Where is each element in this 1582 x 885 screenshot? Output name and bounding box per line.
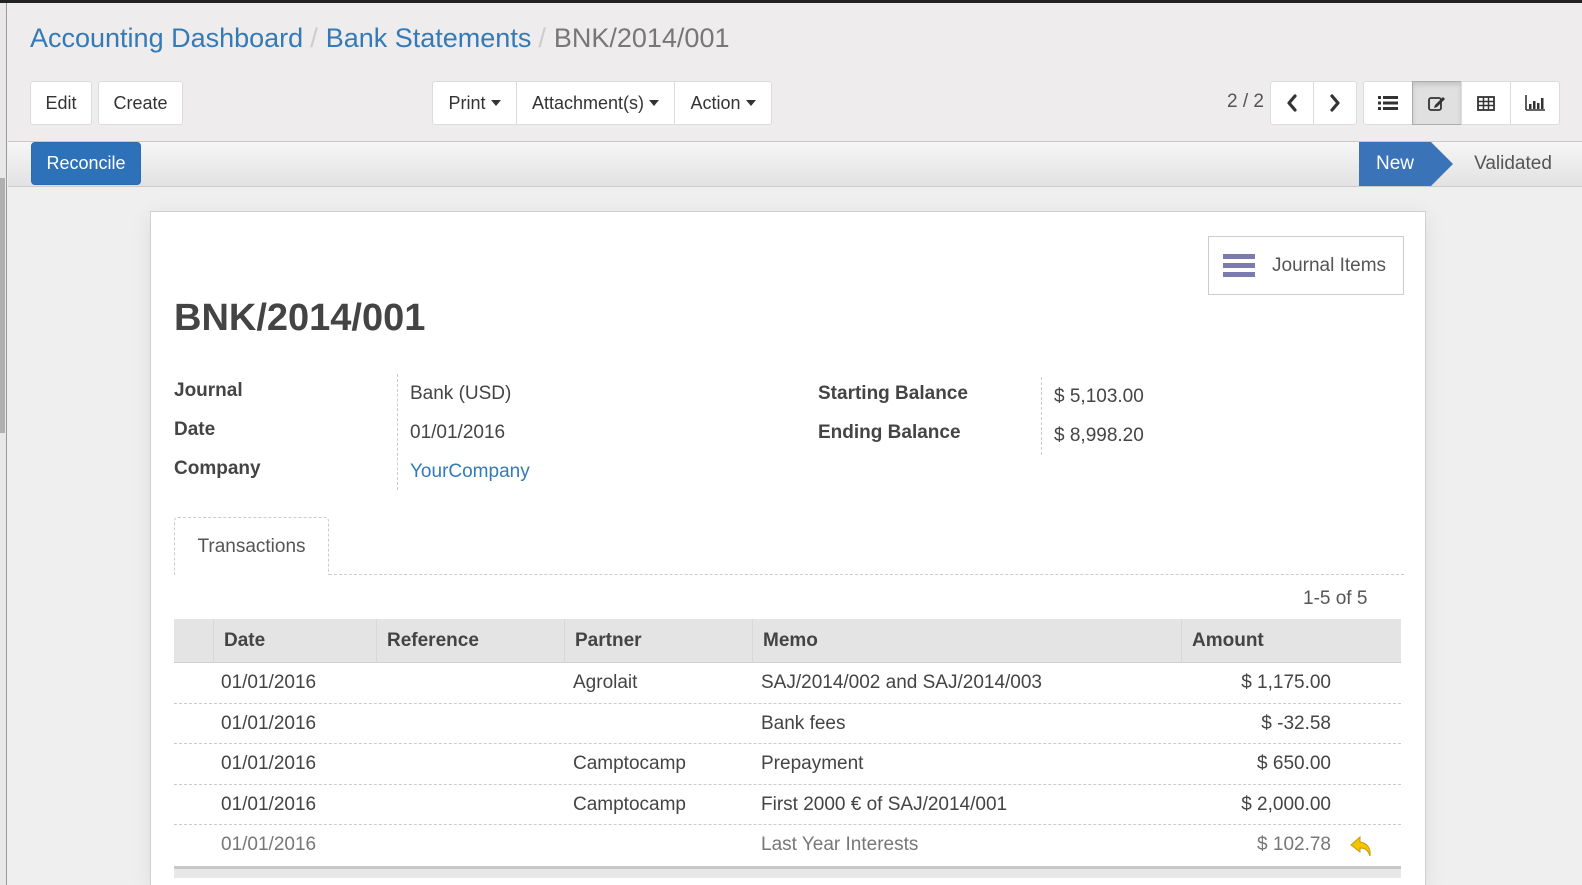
company-link[interactable]: YourCompany bbox=[410, 461, 530, 483]
cell-memo: First 2000 € of SAJ/2014/001 bbox=[761, 793, 1008, 815]
reconcile-button[interactable]: Reconcile bbox=[31, 142, 141, 185]
company-label: Company bbox=[174, 458, 261, 479]
list-view-button[interactable] bbox=[1363, 81, 1413, 125]
cell-amount: $ 2,000.00 bbox=[1241, 793, 1331, 815]
form-sheet: Journal Items BNK/2014/001 Journal Date … bbox=[150, 211, 1426, 885]
edit-icon bbox=[1428, 97, 1445, 111]
pager-value[interactable]: 2 / 2 bbox=[1227, 91, 1264, 113]
stage-new[interactable]: New bbox=[1359, 142, 1453, 186]
cell-date: 01/01/2016 bbox=[221, 793, 317, 815]
transactions-table: Date Reference Partner Memo Amount 01/01… bbox=[174, 619, 1401, 878]
chevron-right-icon bbox=[1330, 94, 1340, 112]
table-row[interactable]: 01/01/2016 Camptocamp Prepayment $ 650.0… bbox=[174, 744, 1401, 785]
cell-date: 01/01/2016 bbox=[221, 753, 317, 774]
journal-value: Bank (USD) bbox=[410, 383, 512, 404]
graph-view-button[interactable] bbox=[1510, 81, 1560, 125]
pivot-view-button[interactable] bbox=[1461, 81, 1511, 125]
print-dropdown[interactable]: Print bbox=[432, 81, 517, 125]
caret-down-icon bbox=[649, 100, 660, 106]
cell-date: 01/01/2016 bbox=[221, 834, 317, 855]
cell-partner: Camptocamp bbox=[573, 793, 686, 815]
pager-next-button[interactable] bbox=[1313, 81, 1357, 125]
starting-balance-value: $ 5,103.00 bbox=[1054, 386, 1144, 407]
breadcrumb-bank-statements[interactable]: Bank Statements bbox=[326, 23, 532, 53]
starting-balance-label: Starting Balance bbox=[818, 383, 968, 404]
form-view-button[interactable] bbox=[1412, 81, 1462, 125]
table-row[interactable]: 01/01/2016 Last Year Interests $ 102.78 bbox=[174, 825, 1401, 866]
journal-label: Journal bbox=[174, 380, 243, 401]
table-icon bbox=[1477, 95, 1495, 111]
list-icon bbox=[1223, 254, 1255, 277]
journal-items-label: Journal Items bbox=[1272, 254, 1387, 276]
control-panel: Accounting Dashboard / Bank Statements / BNK… bbox=[8, 3, 1582, 142]
table-row[interactable]: 01/01/2016 Camptocamp First 2000 € of SA… bbox=[174, 785, 1401, 825]
breadcrumb-accounting-dashboard[interactable]: Accounting Dashboard bbox=[30, 23, 303, 53]
tab-divider bbox=[329, 574, 1404, 575]
pager-buttons bbox=[1270, 81, 1357, 125]
cell-partner: Camptocamp bbox=[573, 753, 686, 774]
journal-items-button[interactable]: Journal Items bbox=[1208, 236, 1404, 295]
table-header: Date Reference Partner Memo Amount bbox=[174, 619, 1401, 663]
attachments-label: Attachment(s) bbox=[531, 92, 645, 113]
column-amount[interactable]: Amount bbox=[1181, 619, 1401, 663]
edit-button[interactable]: Edit bbox=[30, 81, 92, 125]
breadcrumb-separator: / bbox=[310, 23, 318, 53]
attachments-dropdown[interactable]: Attachment(s) bbox=[516, 81, 675, 125]
pager-previous-button[interactable] bbox=[1270, 81, 1314, 125]
cell-amount: $ 1,175.00 bbox=[1241, 672, 1331, 693]
ending-balance-value: $ 8,998.20 bbox=[1054, 425, 1144, 446]
date-label: Date bbox=[174, 419, 216, 440]
cell-memo: Bank fees bbox=[761, 712, 846, 734]
cell-date: 01/01/2016 bbox=[221, 712, 317, 734]
date-value: 01/01/2016 bbox=[410, 422, 506, 443]
column-memo[interactable]: Memo bbox=[752, 619, 1181, 663]
undo-icon[interactable] bbox=[1349, 833, 1375, 859]
sidebar-dropdowns: Print Attachment(s) Action bbox=[432, 81, 772, 125]
ending-balance-label: Ending Balance bbox=[818, 422, 961, 443]
cell-amount: $ -32.58 bbox=[1261, 712, 1331, 734]
list-pager[interactable]: 1-5 of 5 bbox=[1303, 588, 1367, 610]
action-label: Action bbox=[690, 92, 741, 113]
record-title: BNK/2014/001 bbox=[174, 297, 426, 339]
action-dropdown[interactable]: Action bbox=[674, 81, 772, 125]
scrollbar-thumb[interactable] bbox=[0, 178, 5, 433]
table-row[interactable]: 01/01/2016 Agrolait SAJ/2014/002 and SAJ… bbox=[174, 663, 1401, 704]
left-scrollbar[interactable] bbox=[0, 3, 7, 885]
list-icon bbox=[1378, 96, 1398, 110]
caret-down-icon bbox=[490, 100, 501, 106]
breadcrumb: Accounting Dashboard / Bank Statements / BNK… bbox=[30, 23, 729, 54]
table-footer bbox=[174, 865, 1401, 878]
caret-down-icon bbox=[745, 100, 756, 106]
table-row[interactable]: 01/01/2016 Bank fees $ -32.58 bbox=[174, 704, 1401, 744]
column-date[interactable]: Date bbox=[213, 619, 376, 663]
chevron-left-icon bbox=[1287, 94, 1297, 112]
column-partner[interactable]: Partner bbox=[564, 619, 752, 663]
cell-memo: SAJ/2014/002 and SAJ/2014/003 bbox=[761, 672, 1043, 693]
view-switcher bbox=[1363, 81, 1560, 125]
create-button[interactable]: Create bbox=[98, 81, 183, 125]
cell-date: 01/01/2016 bbox=[221, 672, 317, 693]
statusbar: Reconcile New Validated bbox=[8, 142, 1582, 187]
column-reference[interactable]: Reference bbox=[376, 619, 564, 663]
bar-chart-icon bbox=[1525, 95, 1545, 111]
cell-amount: $ 102.78 bbox=[1257, 834, 1331, 855]
tab-transactions[interactable]: Transactions bbox=[174, 517, 329, 575]
cell-memo: Prepayment bbox=[761, 753, 864, 774]
print-label: Print bbox=[448, 92, 486, 113]
cell-partner: Agrolait bbox=[573, 672, 638, 693]
cell-memo: Last Year Interests bbox=[761, 834, 919, 855]
breadcrumb-separator: / bbox=[538, 23, 546, 53]
field-separator bbox=[397, 374, 398, 490]
field-separator bbox=[1041, 377, 1042, 455]
cell-amount: $ 650.00 bbox=[1257, 753, 1331, 774]
breadcrumb-current: BNK/2014/001 bbox=[553, 23, 730, 53]
stage-validated[interactable]: Validated bbox=[1453, 142, 1573, 186]
